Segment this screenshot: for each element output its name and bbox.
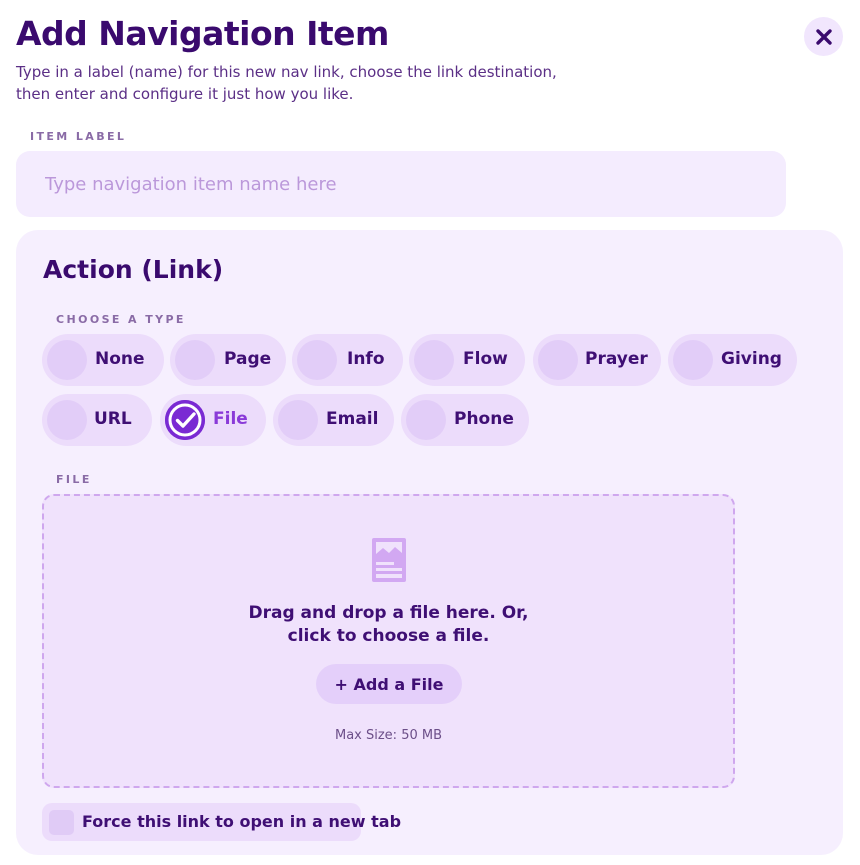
drop-line-1: Drag and drop a file here. Or, (248, 603, 529, 623)
type-chip-flow[interactable]: Flow (409, 334, 525, 386)
choose-type-caption: CHOOSE A TYPE (56, 313, 186, 326)
type-chip-label: Email (326, 409, 379, 429)
type-chip-email[interactable]: Email (273, 394, 394, 446)
type-chip-label: URL (94, 409, 132, 429)
check-circle-icon (165, 400, 205, 440)
force-new-tab-label: Force this link to open in a new tab (82, 812, 402, 831)
modal-title: Add Navigation Item (16, 14, 389, 53)
action-card: Action (Link) CHOOSE A TYPE None Page In… (16, 230, 843, 855)
type-chip-giving[interactable]: Giving (668, 334, 797, 386)
type-chip-phone[interactable]: Phone (401, 394, 529, 446)
item-label-input[interactable] (16, 151, 786, 217)
document-image-icon (372, 538, 406, 582)
type-chip-none[interactable]: None (42, 334, 164, 386)
file-dropzone[interactable]: Drag and drop a file here. Or, click to … (42, 494, 735, 788)
type-chip-label: Page (224, 349, 272, 369)
type-chip-label: None (95, 349, 145, 369)
type-chip-label: File (213, 409, 248, 429)
action-title: Action (Link) (43, 255, 224, 284)
radio-dot (47, 400, 87, 440)
max-size-note: Max Size: 50 MB (334, 728, 442, 743)
type-chip-prayer[interactable]: Prayer (533, 334, 661, 386)
force-new-tab-checkbox[interactable]: Force this link to open in a new tab (42, 803, 401, 841)
type-chip-file[interactable]: File (160, 394, 266, 446)
dropzone-instructions: Drag and drop a file here. Or, click to … (44, 602, 733, 648)
radio-dot (175, 340, 215, 380)
radio-dot (297, 340, 337, 380)
radio-dot (538, 340, 578, 380)
type-chip-url[interactable]: URL (42, 394, 152, 446)
subtitle-line-1: Type in a label (name) for this new nav … (16, 63, 557, 81)
file-caption: FILE (56, 473, 92, 486)
radio-dot (406, 400, 446, 440)
modal-subtitle: Type in a label (name) for this new nav … (16, 61, 576, 105)
radio-dot (47, 340, 87, 380)
radio-dot (278, 400, 318, 440)
type-chip-label: Info (347, 349, 385, 369)
type-chip-label: Flow (463, 349, 508, 369)
type-chip-label: Prayer (585, 349, 648, 369)
close-button[interactable] (804, 17, 843, 56)
item-label-caption: ITEM LABEL (30, 130, 127, 143)
type-chip-page[interactable]: Page (170, 334, 286, 386)
add-file-button[interactable]: + Add a File (316, 664, 462, 704)
subtitle-line-2: then enter and configure it just how you… (16, 85, 354, 103)
type-chip-label: Giving (721, 349, 782, 369)
type-chip-info[interactable]: Info (292, 334, 403, 386)
radio-dot (414, 340, 454, 380)
type-chip-label: Phone (454, 409, 514, 429)
drop-line-2: click to choose a file. (287, 626, 490, 646)
radio-dot (673, 340, 713, 380)
checkbox-box[interactable] (49, 810, 74, 835)
close-icon (815, 28, 832, 45)
